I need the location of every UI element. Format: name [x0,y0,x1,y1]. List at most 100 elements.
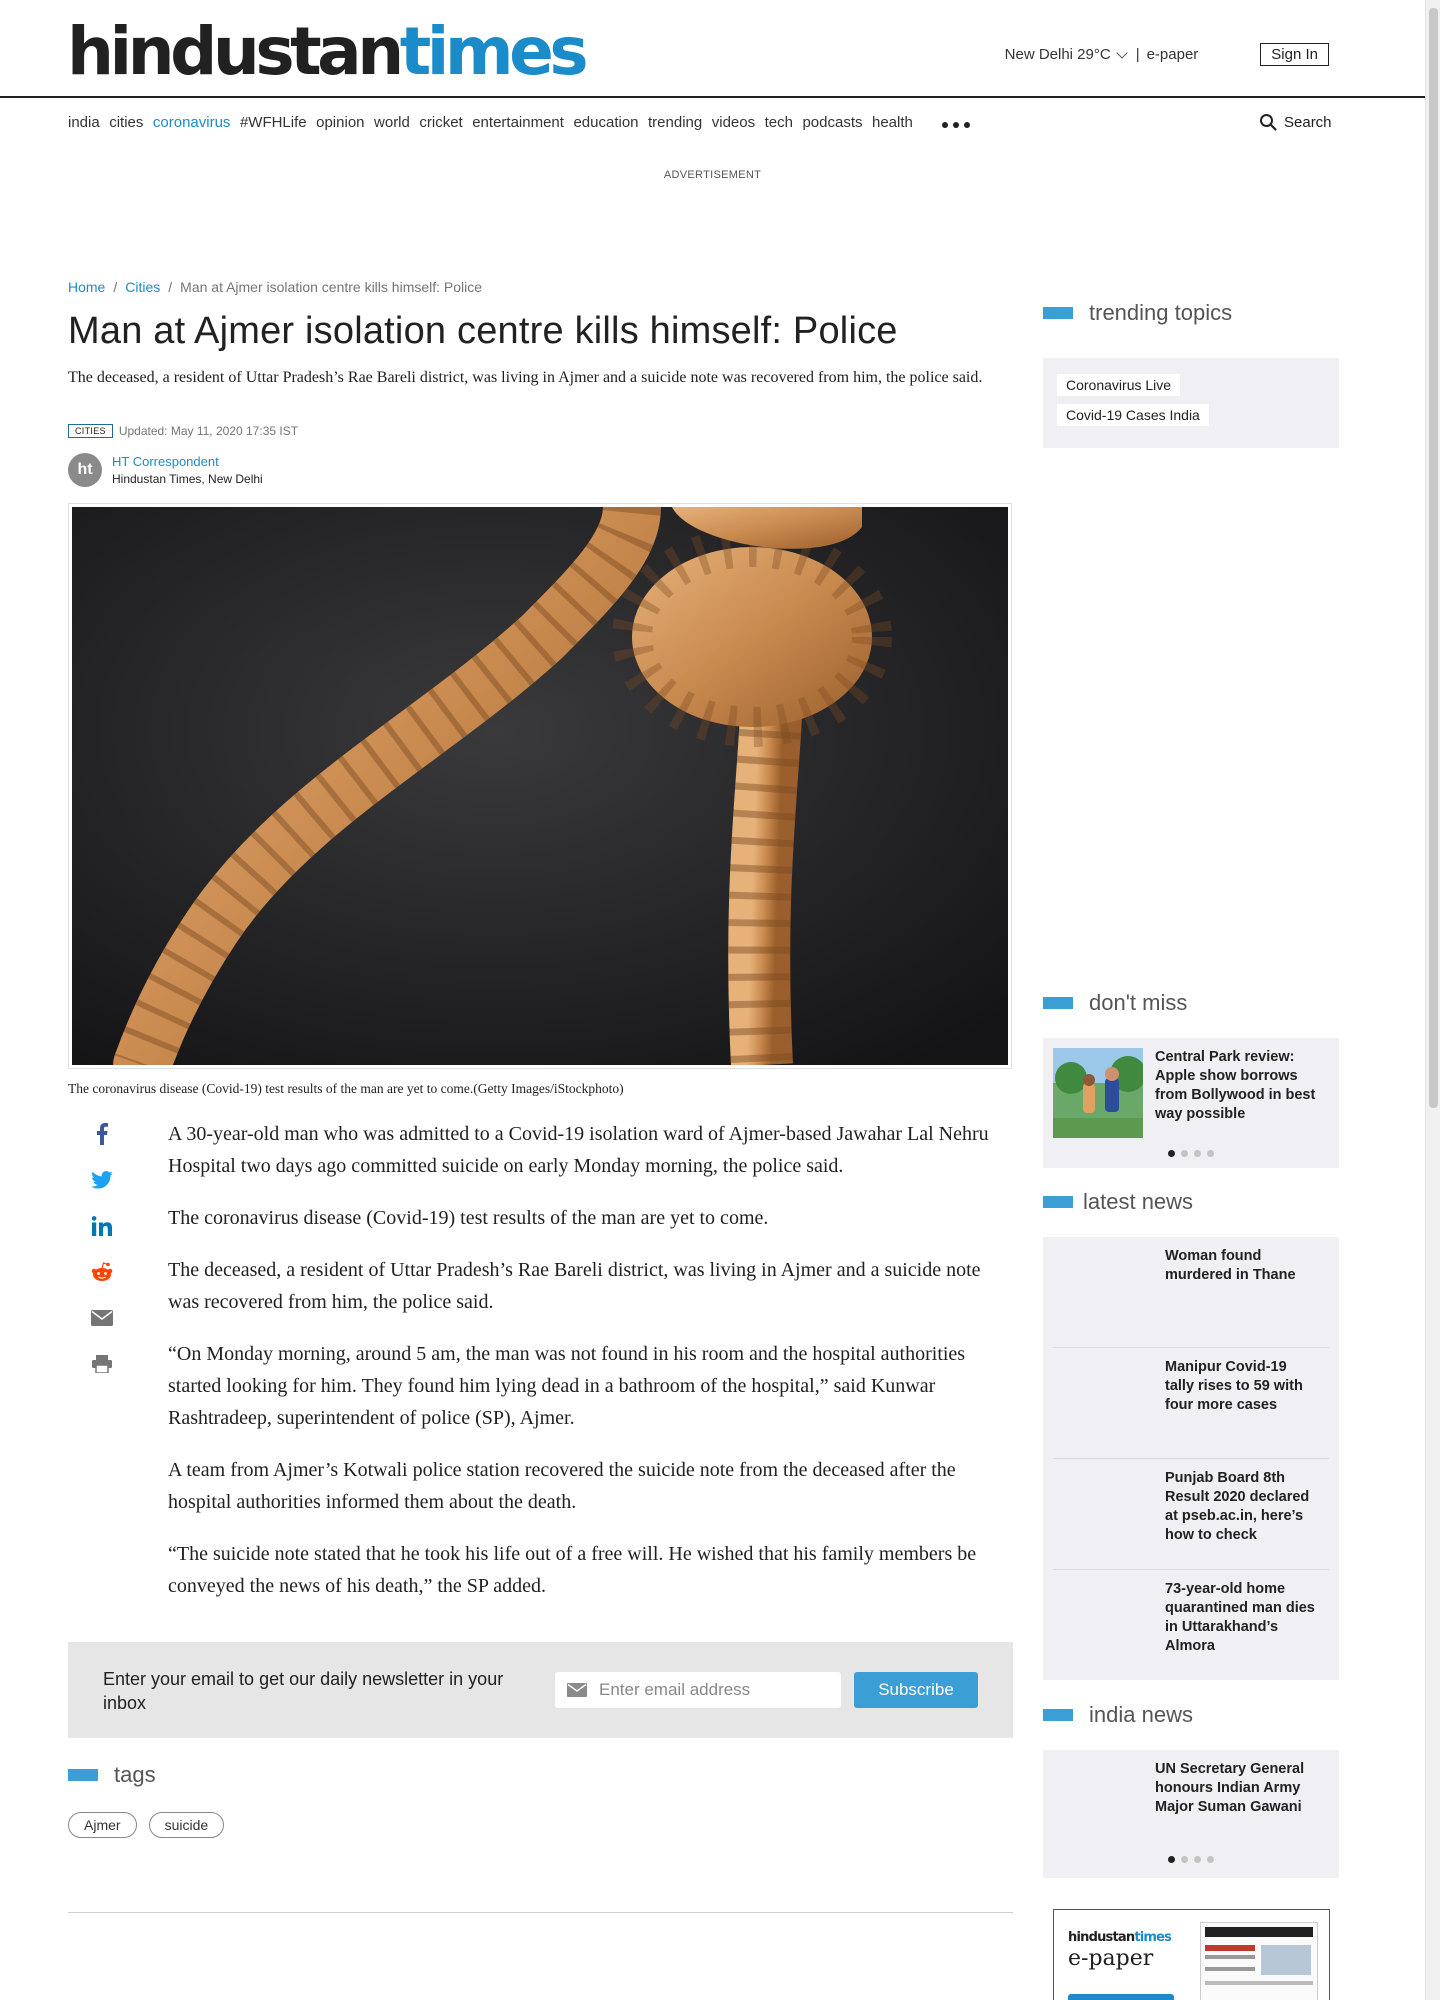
nav-item-health[interactable]: health [872,114,913,131]
article-body: A 30-year-old man who was admitted to a … [168,1118,1013,1622]
section-tag[interactable]: CITIES [68,424,113,438]
dont-miss-box: Central Park review: Apple show borrows … [1043,1038,1339,1168]
story-thumbnail [1063,1358,1153,1448]
article-paragraph: A 30-year-old man who was admitted to a … [168,1123,989,1177]
nav-item-coronavirus[interactable]: coronavirus [153,114,231,131]
page-scrollbar[interactable] [1425,0,1440,2000]
sign-in-button[interactable]: Sign In [1260,43,1329,66]
header-right: New Delhi 29°C | e-paper Sign In [1005,43,1329,66]
author-avatar: ht [68,453,102,487]
facebook-icon[interactable] [91,1122,113,1146]
epaper-link[interactable]: e-paper [1147,46,1199,63]
tag-list: Ajmer suicide [68,1812,225,1838]
nav-item-education[interactable]: education [573,114,638,131]
share-bar [90,1122,114,1376]
breadcrumb-home[interactable]: Home [68,279,105,295]
heading-accent-bar [68,1769,98,1781]
latest-news-title: 73-year-old home quarantined man dies in… [1165,1581,1315,1654]
epaper-promo[interactable]: hindustantimes e-paper [1053,1909,1330,2000]
linkedin-icon[interactable] [91,1214,113,1238]
latest-news-heading: latest news [1043,1189,1193,1215]
heading-accent-bar [1043,307,1073,319]
hero-image [68,503,1012,1069]
breadcrumb-separator: / [113,279,118,295]
article-title: Man at Ajmer isolation centre kills hims… [68,310,898,352]
nav-item-world[interactable]: world [374,114,410,131]
nav-item-trending[interactable]: trending [648,114,702,131]
heading-accent-bar [1043,997,1073,1009]
envelope-icon [567,1683,587,1697]
article-meta: CITIES Updated: May 11, 2020 17:35 IST [68,424,298,438]
scrollbar-thumb[interactable] [1429,8,1438,1108]
dont-miss-story[interactable]: Central Park review: Apple show borrows … [1043,1038,1339,1148]
nav-item-cricket[interactable]: cricket [419,114,462,131]
latest-news-item[interactable]: Manipur Covid-19 tally rises to 59 with … [1053,1348,1329,1459]
tag-ajmer[interactable]: Ajmer [68,1812,137,1838]
carousel-dots[interactable] [1043,1856,1339,1863]
email-field[interactable]: Enter email address [555,1672,841,1708]
article-paragraph: “On Monday morning, around 5 am, the man… [168,1343,966,1429]
india-news-heading: india news [1043,1702,1193,1728]
latest-news-item[interactable]: Woman found murdered in Thane [1053,1237,1329,1348]
breadcrumb: Home / Cities / Man at Ajmer isolation c… [68,279,482,295]
latest-news-title: Manipur Covid-19 tally rises to 59 with … [1165,1359,1303,1413]
article-paragraph: “The suicide note stated that he took hi… [168,1543,977,1597]
article-summary: The deceased, a resident of Uttar Prades… [68,369,983,386]
noose-rope-image [72,507,1008,1065]
subscribe-button[interactable]: Subscribe [854,1672,978,1708]
tags-heading-text: tags [114,1762,156,1787]
story-thumbnail [1063,1247,1153,1337]
divider [68,1912,1013,1913]
nav-item-entertainment[interactable]: entertainment [472,114,564,131]
site-header: hindustantimes New Delhi 29°C | e-paper … [0,0,1425,98]
india-news-story[interactable]: UN Secretary General honours Indian Army… [1043,1750,1339,1860]
nav-item-opinion[interactable]: opinion [316,114,364,131]
latest-news-item[interactable]: Punjab Board 8th Result 2020 declared at… [1053,1459,1329,1570]
author-block: ht HT Correspondent Hindustan Times, New… [68,453,263,487]
search-label: Search [1284,113,1332,131]
city-weather-selector[interactable]: New Delhi 29°C [1005,46,1128,63]
epaper-logo: hindustantimes [1068,1930,1172,1945]
main-nav: india cities coronavirus #WFHLife opinio… [68,114,913,131]
dont-miss-heading-text: don't miss [1089,990,1188,1015]
latest-news-heading-text: latest news [1083,1189,1194,1214]
article-paragraph: The deceased, a resident of Uttar Prades… [168,1259,981,1313]
email-icon[interactable] [91,1306,113,1330]
india-news-box: UN Secretary General honours Indian Army… [1043,1750,1339,1878]
latest-news-box: Woman found murdered in Thane Manipur Co… [1043,1237,1339,1680]
more-menu-icon[interactable] [942,122,970,128]
author-name[interactable]: HT Correspondent [112,454,263,469]
trending-topic[interactable]: Coronavirus Live [1057,374,1181,396]
twitter-icon[interactable] [91,1168,113,1192]
logo-part2: times [399,13,589,90]
newsletter-text: Enter your email to get our daily newsle… [103,1669,504,1713]
epaper-logo-part2: times [1134,1930,1172,1945]
nav-item-tech[interactable]: tech [765,114,793,131]
latest-news-item[interactable]: 73-year-old home quarantined man dies in… [1053,1570,1329,1681]
author-publication: Hindustan Times, New Delhi [112,472,263,486]
epaper-logo-part1: hindustan [1068,1930,1135,1945]
nav-item-india[interactable]: india [68,114,100,131]
article-paragraph: The coronavirus disease (Covid-19) test … [168,1207,769,1229]
search-button[interactable]: Search [1259,113,1332,131]
nav-item-podcasts[interactable]: podcasts [802,114,862,131]
tag-suicide[interactable]: suicide [148,1812,225,1838]
header-separator: | [1135,46,1140,63]
nav-item-wfhlife[interactable]: #WFHLife [240,114,307,131]
article-paragraph: A team from Ajmer’s Kotwali police stati… [168,1459,956,1513]
story-thumbnail [1053,1760,1143,1850]
epaper-button[interactable] [1068,1994,1174,2000]
print-icon[interactable] [91,1352,113,1376]
story-thumbnail [1053,1048,1143,1138]
carousel-dots[interactable] [1043,1150,1339,1157]
trending-heading: trending topics [1043,300,1232,326]
nav-item-videos[interactable]: videos [712,114,755,131]
breadcrumb-cities[interactable]: Cities [125,279,160,295]
site-logo[interactable]: hindustantimes [67,13,589,90]
image-caption: The coronavirus disease (Covid-19) test … [68,1081,624,1096]
updated-time: Updated: May 11, 2020 17:35 IST [118,424,299,438]
trending-topic[interactable]: Covid-19 Cases India [1057,404,1209,426]
nav-item-cities[interactable]: cities [109,114,143,131]
reddit-icon[interactable] [91,1260,113,1284]
epaper-label: e-paper [1068,1946,1154,1971]
